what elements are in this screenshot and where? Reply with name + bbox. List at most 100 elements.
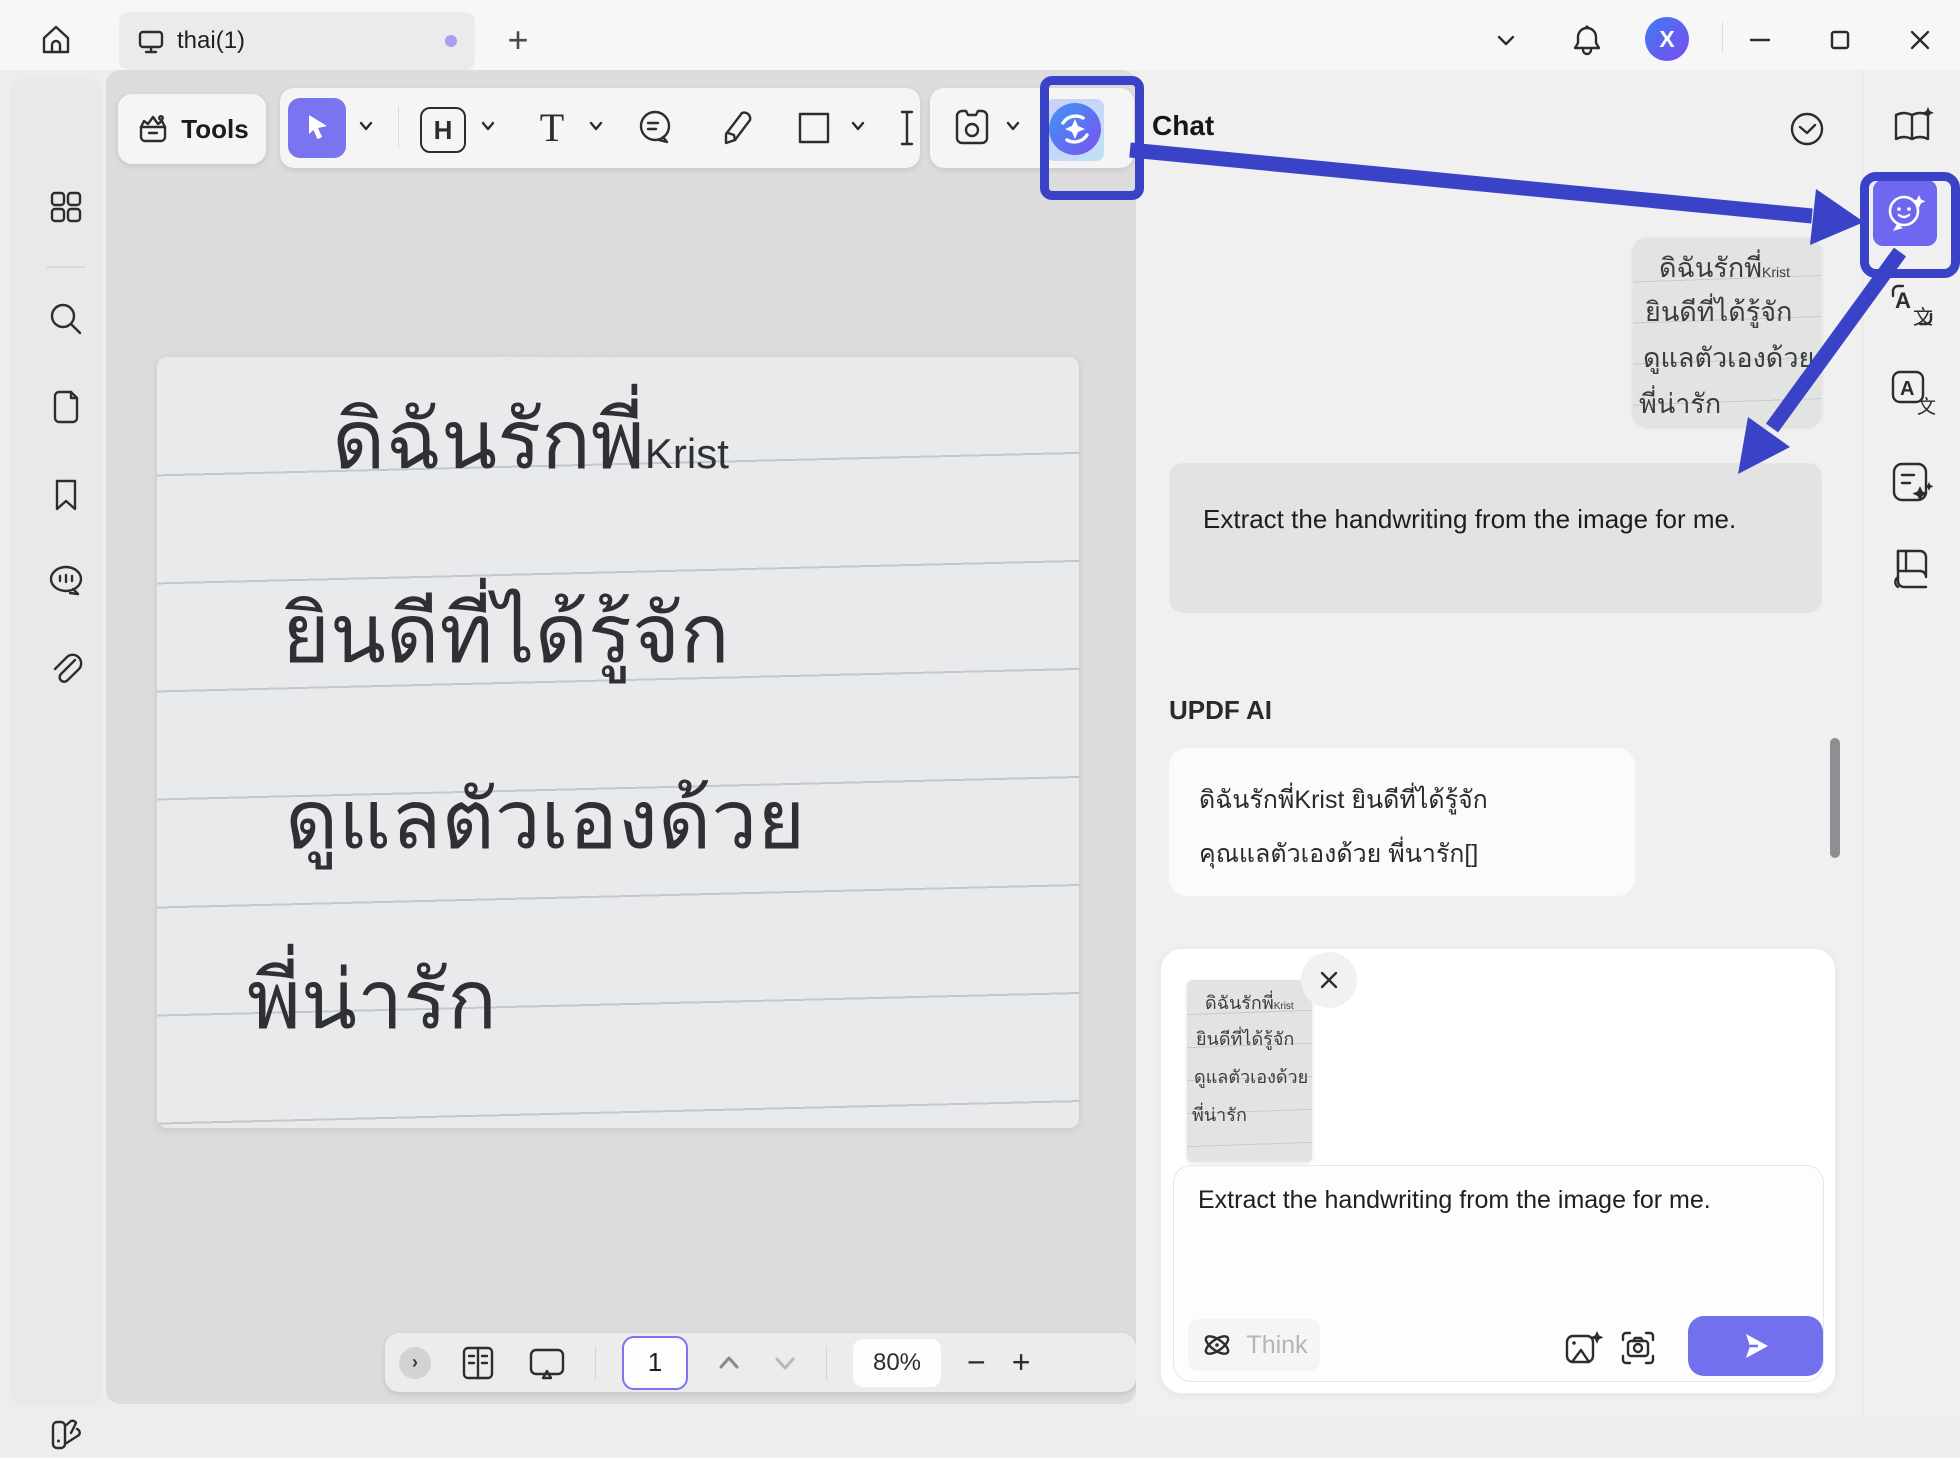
image-sparkle-icon [1562,1327,1604,1369]
account-avatar[interactable]: X [1645,17,1689,61]
text-tool-dropdown[interactable] [586,116,606,136]
ai-response-line-1: ดิฉันรักพี่Krist ยินดีที่ได้รู้จัก [1199,774,1605,828]
attach-line-3: ดูแลตัวเองด้วย [1194,1062,1308,1091]
zoom-level-button[interactable]: 80% [853,1339,941,1387]
snapshot-tool-button[interactable] [948,102,996,152]
shape-tool-dropdown[interactable] [848,116,868,136]
titlebar-divider [1722,22,1723,52]
ai-reader-mode-button[interactable] [1887,542,1937,592]
monitor-icon [137,27,165,55]
page-image[interactable]: ดิฉันรักพี่Krist ยินดีที่ได้รู้จัก ดูแลต… [157,357,1079,1128]
search-icon [46,299,86,339]
add-image-button[interactable] [1559,1324,1607,1372]
svg-text:文: 文 [1913,306,1933,329]
select-tool-dropdown[interactable] [356,116,376,136]
ai-translate-page-button[interactable]: A 文 [1887,366,1937,416]
sidebar-item-search[interactable] [43,296,89,342]
home-icon [38,22,74,58]
sidebar-item-pages[interactable] [43,384,89,430]
bottombar-divider-2 [826,1346,827,1380]
close-button[interactable] [1898,20,1942,60]
thumb-line-3: ดูแลตัวเองด้วย [1643,336,1814,379]
comment-bubble-icon [633,106,677,150]
screenshot-camera-icon [1617,1327,1659,1369]
chat-input-box[interactable]: Extract the handwriting from the image f… [1173,1165,1824,1382]
cursor-icon [300,111,334,145]
minimize-button[interactable] [1738,20,1782,60]
thumb-line-1: ดิฉันรักพี่Krist [1659,246,1790,289]
left-sidebar [10,78,102,1406]
send-button[interactable] [1688,1316,1823,1376]
sidebar-item-comments[interactable] [43,558,89,604]
user-image-message[interactable]: ดิฉันรักพี่Krist ยินดีที่ได้รู้จัก ดูแลต… [1633,238,1821,426]
expand-controls-button[interactable]: › [399,1347,431,1379]
next-page-button[interactable] [770,1348,800,1378]
document-tab[interactable]: thai(1) [119,12,475,70]
two-page-view-icon [457,1342,499,1384]
maximize-button[interactable] [1818,20,1862,60]
ai-read-button[interactable] [1887,102,1937,152]
minimize-icon [1747,27,1773,53]
zoom-in-button[interactable]: + [1012,1344,1031,1381]
notifications-button[interactable] [1565,18,1609,62]
pencil-tool-button[interactable] [714,102,760,152]
comment-icon [45,560,87,602]
sidebar-item-thumbnails[interactable] [43,184,89,230]
page-layout-button[interactable] [457,1342,499,1384]
previous-page-button[interactable] [714,1348,744,1378]
heading-tool-dropdown[interactable] [478,116,498,136]
heading-tool-button[interactable]: H [420,107,466,153]
edit-text-tool-button-clipped[interactable] [894,102,916,154]
select-tool-button[interactable] [288,98,346,158]
presentation-button[interactable] [525,1341,569,1385]
zoom-out-button[interactable]: − [967,1344,986,1381]
document-canvas: ดิฉันรักพี่Krist ยินดีที่ได้รู้จัก ดูแลต… [106,70,1136,1404]
page-number-input[interactable]: 1 [622,1336,688,1390]
handwriting-line-4: พี่น่ารัก [247,935,497,1065]
shape-tool-button[interactable] [792,106,836,150]
collapse-toolbar-button[interactable] [1486,20,1526,60]
ai-translate-selection-button[interactable]: A 文 [1887,280,1937,330]
translate-icon: A 文 [1887,280,1937,330]
chevron-down-icon [770,1348,800,1378]
comment-tool-button[interactable] [632,104,678,152]
handwriting-line-1-latin: Krist [645,430,729,477]
attached-image-preview[interactable]: ดิฉันรักพี่Krist ยินดีที่ได้รู้จัก ดูแลต… [1187,980,1312,1162]
chat-history-button[interactable] [1784,106,1830,152]
screenshot-button[interactable] [1614,1324,1662,1372]
new-tab-button[interactable]: + [498,20,538,60]
sidebar-divider [46,266,86,268]
chevron-up-icon [714,1348,744,1378]
ai-summarize-button[interactable] [1887,458,1937,508]
thumb-line-4: พี่น่ารัก [1639,382,1721,425]
sidebar-item-attachments[interactable] [43,646,89,692]
chat-input-value[interactable]: Extract the handwriting from the image f… [1198,1182,1798,1220]
home-button[interactable] [34,18,78,62]
attach-line-4: พี่น่ารัก [1192,1100,1247,1129]
heading-icon: H [420,107,466,153]
tools-button[interactable]: Tools [118,94,266,164]
close-icon [1317,968,1341,992]
avatar-initial: X [1659,26,1674,53]
toolbox-icon [135,111,171,147]
chat-scrollbar[interactable] [1830,738,1840,858]
annotation-box-toolbar-ai [1040,76,1144,200]
think-label: Think [1246,1331,1307,1360]
thumb-line-2: ยินดีที่ได้รู้จัก [1645,290,1792,333]
sidebar-item-bookmarks[interactable] [43,472,89,518]
atom-icon [1200,1328,1234,1362]
bookmark-icon [47,476,85,514]
sidebar-item-stamps[interactable] [43,1412,89,1458]
zoom-level: 80% [873,1349,921,1377]
handwriting-line-1: ดิฉันรักพี่Krist [332,375,729,505]
remove-attachment-button[interactable] [1301,952,1357,1008]
close-icon [1907,27,1933,53]
translate-box-icon: A 文 [1887,366,1937,416]
snapshot-dropdown[interactable] [1003,116,1023,136]
page-controls-bar: › 1 80% − + [385,1333,1136,1392]
think-toggle-button[interactable]: Think [1188,1319,1320,1371]
page-number: 1 [648,1347,662,1378]
attach-line-2: ยินดีที่ได้รู้จัก [1196,1024,1294,1053]
ai-sender-name: UPDF AI [1169,695,1272,726]
text-tool-button[interactable]: T [530,104,574,152]
